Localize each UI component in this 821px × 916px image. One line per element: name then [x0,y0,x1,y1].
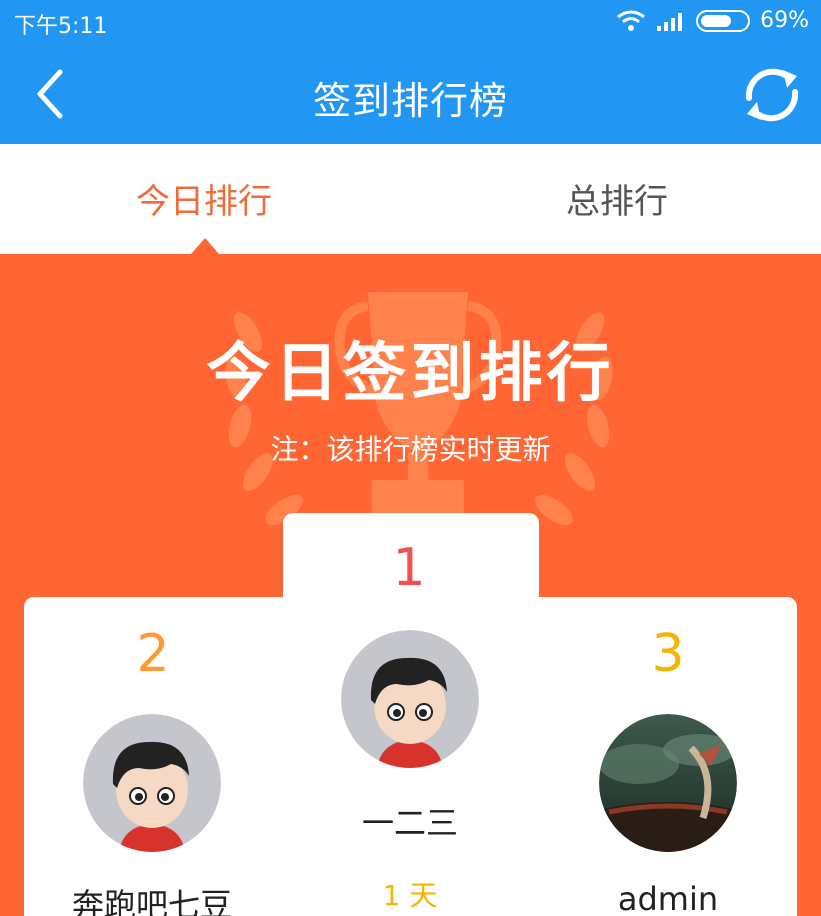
status-time: 下午5:11 [14,14,108,39]
status-bar: 下午5:11 69% [0,0,821,44]
landscape-photo-avatar [599,714,737,852]
banner-title: 今日签到排行 [206,337,615,411]
rank-1-number: 1 [392,538,426,598]
rank-1-checkin-days: 1 天 [382,879,438,912]
battery-icon [696,9,751,32]
refresh-icon [745,68,799,122]
app-bar: 签到排行榜 [0,44,821,144]
banner-note: 注：该排行榜实时更新 [270,433,551,466]
tab-today-ranking[interactable]: 今日排行 [136,174,272,223]
battery-percent: 69% [760,8,809,33]
rank-3-username: admin [617,880,719,916]
refresh-button[interactable] [737,62,807,128]
wifi-icon [617,10,646,31]
active-tab-indicator [191,238,219,254]
tab-bar: 今日排行 总排行 [0,144,821,254]
rank-2-username: 奔跑吧七豆 [71,886,232,916]
rank-1-avatar[interactable] [341,630,479,768]
cartoon-boy-avatar [341,630,479,768]
tab-total-ranking[interactable]: 总排行 [566,174,668,223]
rank-3-number: 3 [651,624,685,684]
signal-icon [657,12,683,31]
battery-fill [701,14,732,27]
rank-3-avatar[interactable] [599,714,737,852]
status-icons: 69% [616,8,809,33]
cartoon-boy-avatar [83,714,221,852]
rank-2-avatar[interactable] [83,714,221,852]
rank-2-number: 2 [136,624,170,684]
rank-1-username: 一二三 [361,804,458,842]
page-title: 签到排行榜 [312,79,508,123]
